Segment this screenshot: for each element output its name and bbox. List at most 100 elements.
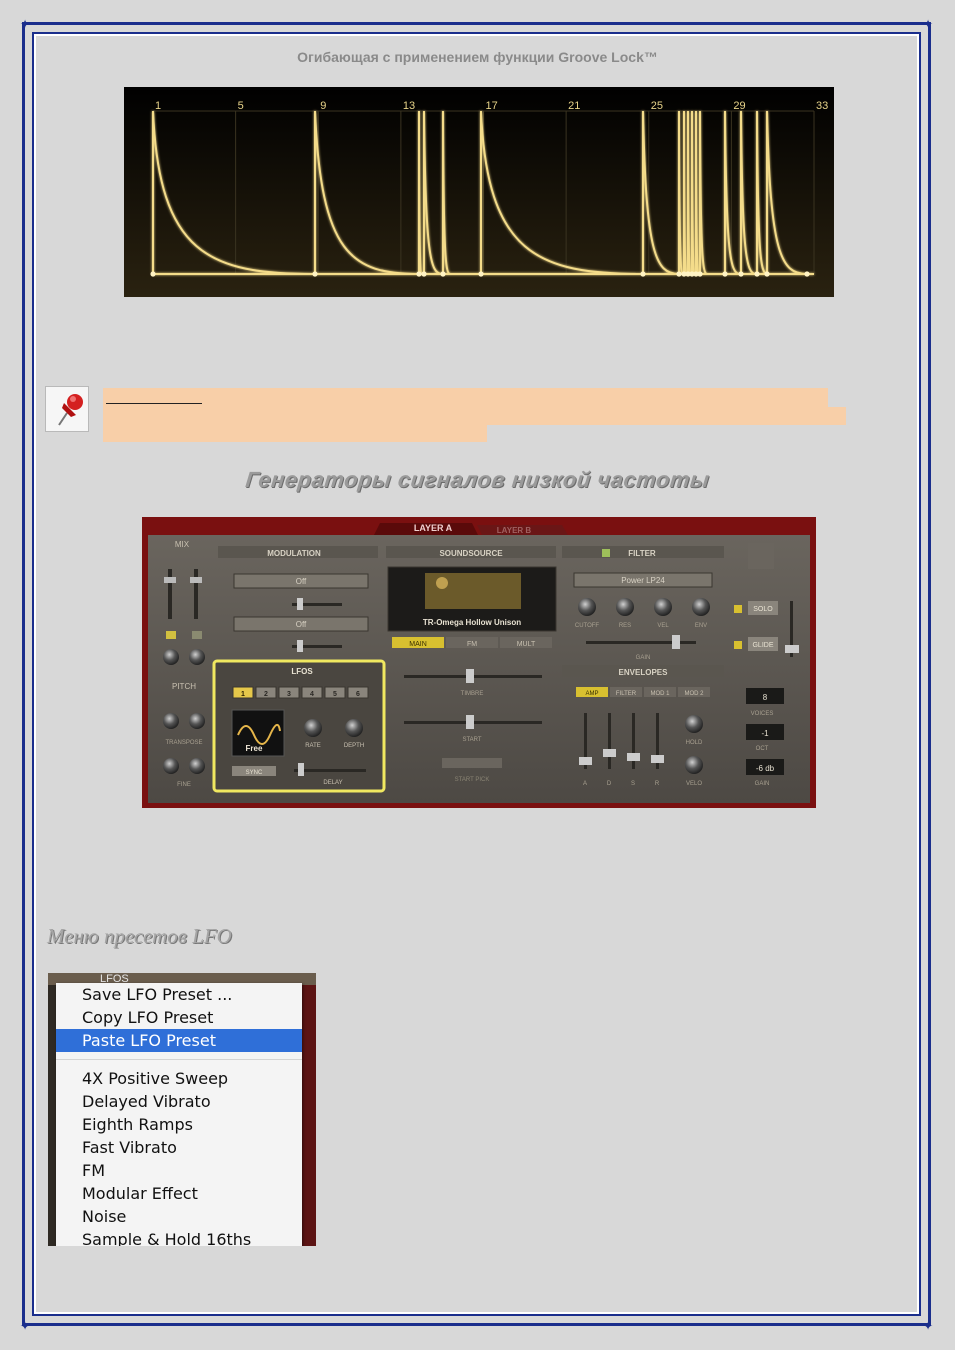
synth-panel-screenshot: LAYER A LAYER B MODULATION SOUNDSOURCE F… — [142, 517, 816, 808]
lfo-tab-label: 4 — [310, 691, 314, 698]
menu-item-preset[interactable]: 4X Positive Sweep — [56, 1067, 302, 1090]
synth-panel-graphic: LAYER A LAYER B MODULATION SOUNDSOURCE F… — [142, 517, 816, 808]
envelope-node — [804, 271, 810, 277]
menu-item-preset[interactable]: Modular Effect — [56, 1182, 302, 1205]
filter-knob-label: ENV — [695, 623, 707, 629]
envelope-slider-handle[interactable] — [627, 753, 640, 761]
lfo-preset-menu: Save LFO Preset ... Copy LFO Preset Past… — [56, 983, 302, 1246]
menu-item-copy-preset[interactable]: Copy LFO Preset — [56, 1006, 302, 1029]
envelope-slider-track[interactable] — [608, 713, 611, 769]
envelope-marker-label: 33 — [816, 100, 828, 112]
layer-b-tab[interactable]: LAYER B — [497, 526, 532, 535]
corner-ornament-top-left: ✦ — [20, 17, 31, 31]
filter-knob[interactable] — [578, 598, 596, 616]
menu-item-preset[interactable]: Fast Vibrato — [56, 1136, 302, 1159]
envelope-graph: 1 5 9 13 17 21 25 29 33 — [124, 87, 834, 297]
corner-ornament-bottom-left: ✦ — [20, 1319, 31, 1333]
lfo-menu-heading: Меню пресетов LFO — [47, 924, 232, 948]
start-pick-label: START PICK — [455, 777, 490, 783]
note-underline — [106, 403, 202, 404]
envelope-marker-label: 25 — [651, 100, 663, 112]
menu-item-preset[interactable]: Eighth Ramps — [56, 1113, 302, 1136]
voices-label: VOICES — [751, 711, 774, 717]
lfos-header: LFOS — [291, 667, 313, 676]
solo-button[interactable]: SOLO — [753, 606, 773, 613]
envelope-marker-label: 17 — [486, 100, 498, 112]
pushpin-note-icon-box — [45, 386, 89, 432]
envelope-marker-label: 1 — [155, 100, 161, 112]
lfo-tab-label: 5 — [333, 691, 337, 698]
lfo-tab-label: 6 — [356, 691, 360, 698]
envelope-node — [754, 271, 760, 277]
lfo-tab-label: 1 — [241, 691, 245, 698]
envelope-slider-handle[interactable] — [651, 755, 664, 763]
groove-envelope-display: 1 5 9 13 17 21 25 29 33 — [124, 87, 834, 297]
gain-value[interactable]: -6 db — [756, 764, 775, 773]
envelope-node — [312, 271, 318, 277]
corner-ornament-top-right: ✦ — [923, 17, 934, 31]
envelope-tab-label: FILTER — [616, 691, 637, 697]
soundsource-preset: TR-Omega Hollow Unison — [423, 618, 521, 627]
lfo-sync-button[interactable]: SYNC — [246, 770, 263, 776]
glide-button[interactable]: GLIDE — [752, 642, 773, 649]
envelope-node — [421, 271, 427, 277]
source-tab-main[interactable]: MAIN — [409, 641, 427, 648]
envelope-slider-label: R — [655, 781, 660, 787]
menu-item-preset[interactable]: Delayed Vibrato — [56, 1090, 302, 1113]
envelope-tab-label: AMP — [585, 691, 598, 697]
envelope-slider-handle[interactable] — [603, 749, 616, 757]
filter-knob-label: VEL — [657, 623, 669, 629]
start-label: START — [462, 737, 481, 743]
filter-type[interactable]: Power LP24 — [621, 576, 665, 585]
lfo-tab-label: 2 — [264, 691, 268, 698]
menu-separator — [56, 1053, 302, 1067]
modulation-header: MODULATION — [267, 549, 321, 558]
groove-lock-caption: Огибающая с применением функции Groove L… — [297, 49, 658, 65]
menu-item-paste-preset[interactable]: Paste LFO Preset — [56, 1029, 302, 1052]
filter-knob[interactable] — [616, 598, 634, 616]
voices-value[interactable]: 8 — [763, 693, 768, 702]
envelope-slider-handle[interactable] — [579, 757, 592, 765]
envelope-node — [640, 271, 646, 277]
envelope-node — [738, 271, 744, 277]
transpose-label: TRANSPOSE — [165, 740, 202, 746]
mix-label: MIX — [175, 540, 190, 549]
menu-item-preset[interactable]: FM — [56, 1159, 302, 1182]
layer-a-tab[interactable]: LAYER A — [414, 523, 453, 533]
lfo-rate-label: RATE — [305, 743, 321, 749]
envelope-marker-label: 5 — [238, 100, 244, 112]
note-highlight-line-2 — [103, 407, 846, 425]
filter-knob[interactable] — [692, 598, 710, 616]
source-tab-mult[interactable]: MULT — [517, 641, 536, 648]
menu-item-preset[interactable]: Sample & Hold 16ths — [56, 1228, 302, 1246]
mod-slot-2[interactable]: Off — [296, 620, 307, 629]
hold-label: HOLD — [686, 740, 703, 746]
envelopes-header: ENVELOPES — [619, 668, 669, 677]
menu-background-right — [302, 985, 316, 1246]
lfo-preset-menu-screenshot: LFOS Save LFO Preset ... Copy LFO Preset… — [48, 973, 316, 1246]
lfo-tab-label: 3 — [287, 691, 291, 698]
oct-value[interactable]: -1 — [761, 729, 769, 738]
envelope-slider-label: D — [607, 781, 612, 787]
envelope-node — [478, 271, 484, 277]
lfo-delay-label: DELAY — [323, 780, 342, 786]
fine-label: FINE — [177, 782, 191, 788]
envelope-marker-label: 29 — [733, 100, 745, 112]
menu-item-save-preset[interactable]: Save LFO Preset ... — [56, 983, 302, 1006]
envelope-node — [440, 271, 446, 277]
gain-label: GAIN — [755, 781, 770, 787]
pushpin-icon — [58, 394, 83, 426]
source-tab-fm[interactable]: FM — [467, 641, 477, 648]
mod-slot-1[interactable]: Off — [296, 577, 307, 586]
envelope-slider-label: A — [583, 781, 587, 787]
filter-knob[interactable] — [654, 598, 672, 616]
lfo-wave-mode[interactable]: Free — [246, 744, 263, 753]
envelope-node — [416, 271, 422, 277]
filter-header: FILTER — [628, 549, 656, 558]
soundsource-header: SOUNDSOURCE — [439, 549, 503, 558]
envelope-marker-label: 9 — [320, 100, 326, 112]
timbre-label: TIMBRE — [461, 691, 484, 697]
envelope-tab-label: MOD 2 — [684, 691, 704, 697]
menu-item-preset[interactable]: Noise — [56, 1205, 302, 1228]
note-highlight-line-1 — [103, 388, 828, 408]
